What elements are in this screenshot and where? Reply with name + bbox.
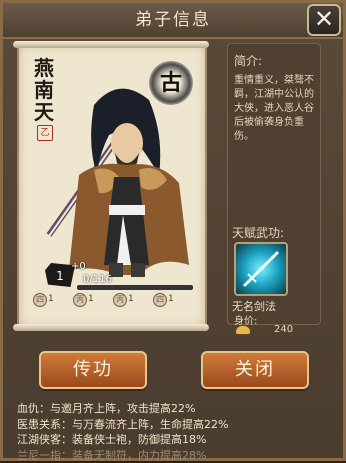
value-number: 240 [274,324,293,335]
gold-ingot-icon [236,326,250,334]
exp-bar [77,285,193,290]
dialog-title: 弟子信息 [3,3,343,39]
info-panel: 简介: 重情重义，桀骜不羁，江湖中公认的大侠，进入恶人谷后被偷袭身负重伤。 天赋… [227,43,321,325]
disciple-info-dialog: 弟子信息 ✕ 燕南天 乙 古 1 +0 0 [0,0,346,461]
intro-title: 简介: [234,52,262,69]
slot-value: 1 [88,293,94,305]
sword-glyph-icon [236,244,286,294]
equipment-slots: 四 1 丙 1 丙 1 四 1 [33,293,193,307]
hero-seal: 乙 [37,125,53,141]
exp-text: 0/116 [83,274,112,285]
slot-value: 1 [168,293,174,305]
hero-name: 燕南天 [31,57,57,123]
hero-scroll: 燕南天 乙 古 1 +0 0/116 四 1 丙 1 丙 1 四 1 [17,43,207,329]
bonus-item: 血仇：与邀月齐上阵，攻击提高22% [17,401,337,417]
slot-value: 1 [48,293,54,305]
bonus-item: 江湖侠客：装备侠士袍，防御提高18% [17,432,337,448]
bonus-list: 血仇：与邀月齐上阵，攻击提高22% 医患关系：与万春流齐上阵，生命提高22% 江… [17,401,337,463]
level-bonus: +0 [71,261,86,272]
slot-icon[interactable]: 四 [153,293,167,307]
value-label: 身价: [234,312,257,327]
slot-icon[interactable]: 丙 [113,293,127,307]
sword-skill-icon[interactable] [234,242,288,296]
close-icon[interactable]: ✕ [307,4,341,36]
intro-text: 重情重义，桀骜不羁，江湖中公认的大侠，进入恶人谷后被偷袭身负重伤。 [234,74,318,144]
slot-icon[interactable]: 丙 [73,293,87,307]
rank-emblem: 古 [149,61,193,105]
pass-skill-button[interactable]: 传功 [39,351,147,389]
slot-icon[interactable]: 四 [33,293,47,307]
scroll-rod-bottom [13,324,209,331]
slot-value: 1 [128,293,134,305]
scroll-rod-top [13,41,209,48]
bonus-item: 医患关系：与万春流齐上阵，生命提高22% [17,417,337,433]
close-button[interactable]: 关闭 [201,351,309,389]
talent-title: 天赋武功: [232,224,284,241]
